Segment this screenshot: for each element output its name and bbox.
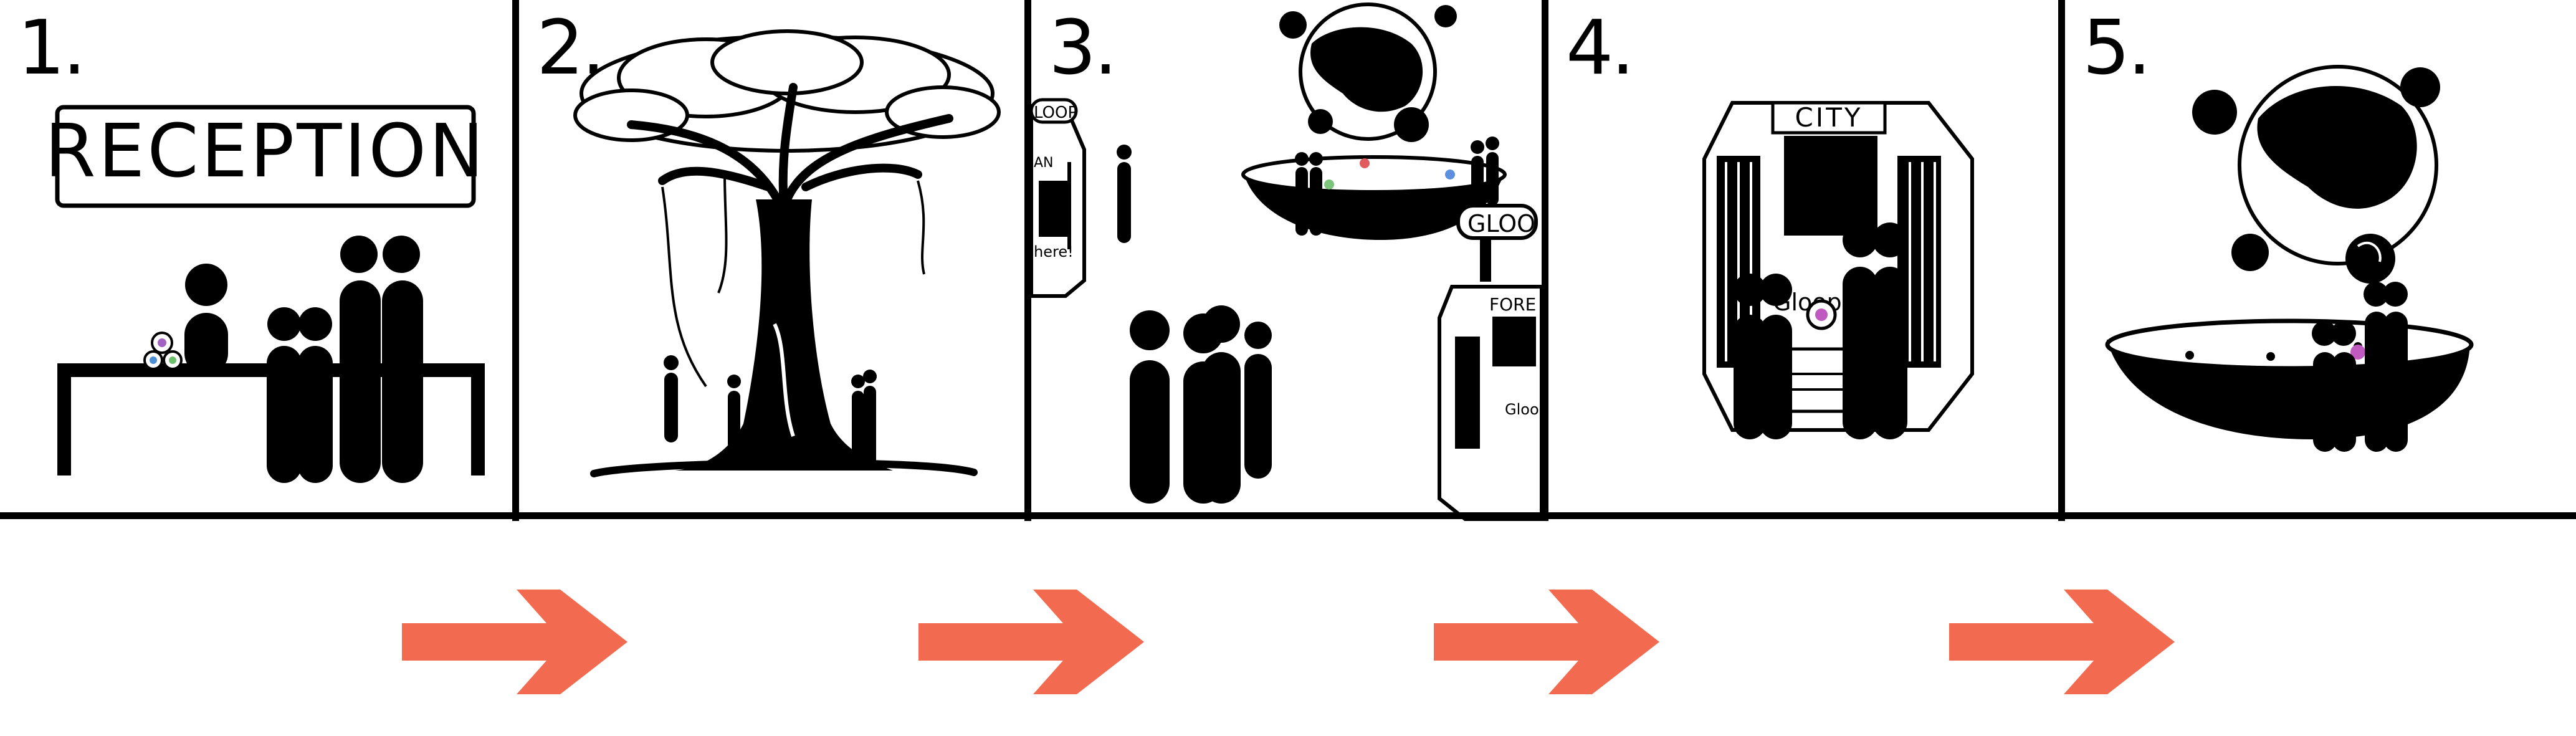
left-building-sign: LOOP — [1034, 103, 1077, 122]
panel-reception: RECEPTION 1. — [0, 0, 512, 521]
panel-divider — [1024, 0, 1031, 521]
building-figure — [1117, 145, 1132, 243]
foreground-group — [1130, 305, 1272, 504]
desk-leg-right — [471, 363, 485, 476]
planet-icon — [1279, 2, 1457, 142]
left-building: LOOP AN here! — [1031, 98, 1086, 298]
city-portal-sign: CITY — [1795, 102, 1863, 133]
panel-number: 4. — [1566, 5, 1634, 92]
panel-pool: 5. — [2065, 0, 2576, 521]
receptionist-figure — [184, 264, 228, 375]
arrow-icon — [918, 590, 1144, 694]
panel-number: 2. — [537, 5, 605, 92]
left-building-label: AN — [1034, 155, 1054, 171]
arrow-icon — [1949, 590, 2175, 694]
right-building-sign: GLOO — [1467, 210, 1535, 237]
panel-divider — [2058, 0, 2065, 521]
panel-city-scene: LOOP AN here! GLOO FORE Gloop — [1031, 0, 1542, 521]
strip-baseline — [0, 512, 2576, 519]
pool-basin — [2105, 318, 2474, 439]
right-building: GLOO FORE Gloop — [1438, 204, 1542, 521]
panel-divider — [1542, 0, 1548, 521]
panel-divider — [512, 0, 519, 521]
panel-tree: 2. — [519, 0, 1024, 521]
desk-leg-left — [57, 363, 71, 476]
panel-number: 1. — [17, 5, 86, 92]
arrow-icon — [402, 590, 627, 694]
planet-icon — [2192, 65, 2440, 284]
panel-number: 5. — [2082, 5, 2151, 92]
visitor-group — [267, 236, 423, 483]
right-building-label: FORE — [1489, 294, 1536, 315]
comic-strip: RECEPTION 1. 2. LOOP AN here! GLOO FORE … — [0, 0, 2576, 521]
arrow-icon — [1434, 590, 1659, 694]
right-building-note: Gloop — [1505, 401, 1542, 418]
panel-city-portal: CITY Gloop h 4 — [1548, 0, 2058, 521]
panel-number: 3. — [1049, 5, 1117, 92]
reception-sign-text: RECEPTION — [45, 108, 487, 194]
